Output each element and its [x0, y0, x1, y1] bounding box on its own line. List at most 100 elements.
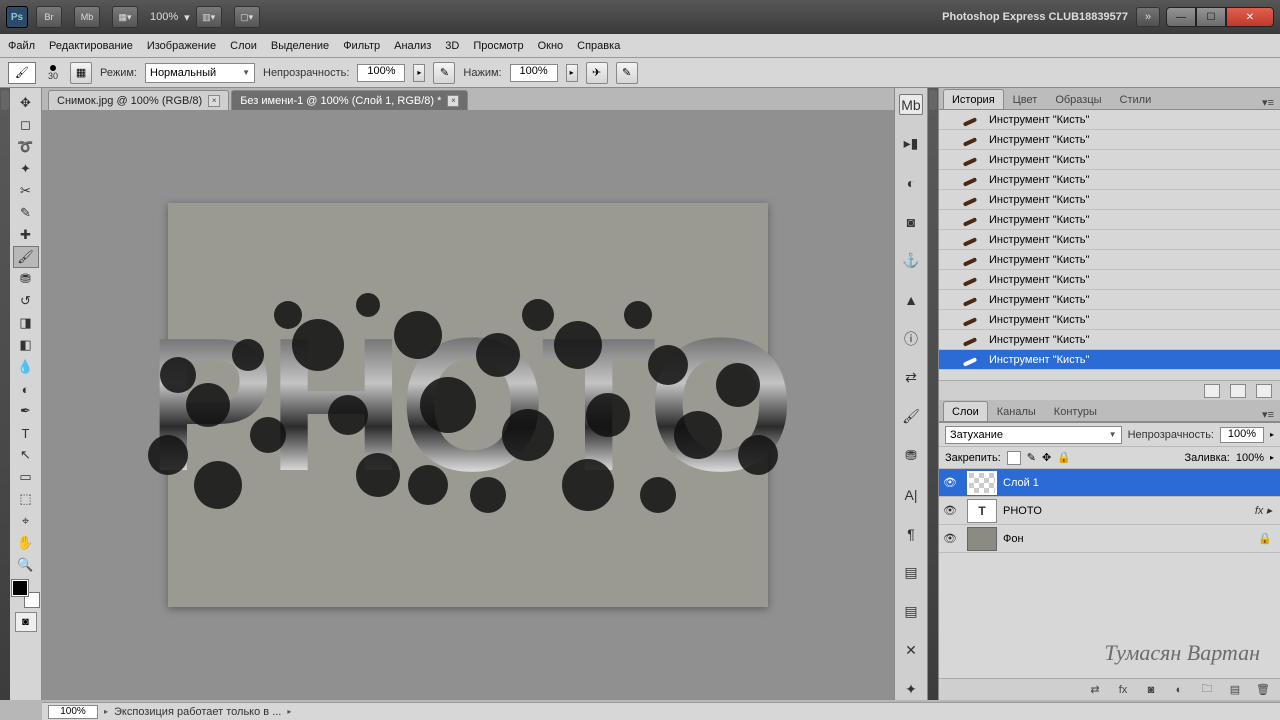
flow-arrow[interactable]: ▸ — [566, 64, 578, 82]
type-tool[interactable]: T — [13, 422, 39, 444]
visibility-toggle[interactable]: 👁 — [939, 504, 961, 517]
fill-input[interactable]: 100% — [1236, 452, 1264, 464]
lock-transparency-icon[interactable] — [1007, 451, 1021, 465]
close-button[interactable]: ✕ — [1226, 7, 1274, 27]
blend-mode-select[interactable]: Нормальный — [145, 63, 255, 83]
clone-source-icon[interactable]: ⛃ — [899, 445, 923, 466]
adjustment-layer-icon[interactable]: ◐ — [1170, 683, 1188, 697]
menu-3d[interactable]: 3D — [445, 40, 459, 52]
menu-window[interactable]: Окно — [538, 40, 564, 52]
lasso-tool[interactable]: ➰ — [13, 136, 39, 158]
layer-row[interactable]: 👁 Слой 1 — [939, 469, 1280, 497]
menu-edit[interactable]: Редактирование — [49, 40, 133, 52]
blur-tool[interactable]: 💧 — [13, 356, 39, 378]
view-extras-button[interactable]: ▦▾ — [112, 6, 138, 28]
opacity-input[interactable]: 100% — [357, 64, 405, 82]
history-item[interactable]: Инструмент "Кисть" — [939, 130, 1280, 150]
eyedropper-tool[interactable]: ✎ — [13, 202, 39, 224]
pen-tool[interactable]: ✒ — [13, 400, 39, 422]
layer-fx-icon[interactable]: fx — [1114, 683, 1132, 697]
flow-input[interactable]: 100% — [510, 64, 558, 82]
opacity-arrow[interactable]: ▸ — [413, 64, 425, 82]
3d-tool[interactable]: ⬚ — [13, 488, 39, 510]
layer-row[interactable]: 👁TPHOTOfx ▸ — [939, 497, 1280, 525]
layer-name[interactable]: Слой 1 — [1003, 477, 1280, 489]
delete-state-icon[interactable] — [1256, 384, 1272, 398]
tab-swatches[interactable]: Образцы — [1046, 89, 1110, 109]
brush-panel-icon[interactable]: 🖌 — [899, 406, 923, 427]
brush-tool[interactable]: 🖌 — [13, 246, 39, 268]
dodge-tool[interactable]: ◐ — [13, 378, 39, 400]
history-item[interactable]: Инструмент "Кисть" — [939, 150, 1280, 170]
color-swatches[interactable] — [12, 580, 40, 608]
layer-thumbnail[interactable]: T — [967, 499, 997, 523]
close-tab-icon[interactable]: × — [208, 95, 220, 107]
screen-mode-button[interactable]: ▢▾ — [234, 6, 260, 28]
lock-image-icon[interactable]: ✎ — [1027, 451, 1036, 464]
brush-preset-picker[interactable]: 30 — [48, 65, 58, 81]
3d-camera-tool[interactable]: ⌖ — [13, 510, 39, 532]
fx-indicator[interactable]: fx ▸ — [1255, 504, 1280, 517]
group-icon[interactable]: 🗀 — [1198, 683, 1216, 697]
history-item[interactable]: Инструмент "Кисть" — [939, 230, 1280, 250]
menu-layers[interactable]: Слои — [230, 40, 257, 52]
delete-layer-icon[interactable]: 🗑 — [1254, 683, 1272, 697]
close-tab-icon[interactable]: × — [447, 95, 459, 107]
canvas[interactable]: PHOTO — [168, 203, 768, 607]
history-item[interactable]: Инструмент "Кисть" — [939, 350, 1280, 370]
layer-thumbnail[interactable] — [967, 471, 997, 495]
shape-tool[interactable]: ▭ — [13, 466, 39, 488]
expand-panels-button[interactable]: » — [1136, 7, 1160, 27]
link-layers-icon[interactable]: ⇄ — [1086, 683, 1104, 697]
adjustments-icon[interactable]: ◐ — [899, 172, 923, 193]
visibility-toggle[interactable]: 👁 — [939, 532, 961, 545]
history-item[interactable]: Инструмент "Кисть" — [939, 110, 1280, 130]
panel-menu-icon[interactable]: ▾≡ — [1256, 96, 1280, 109]
crop-tool[interactable]: ✂ — [13, 180, 39, 202]
histogram-icon[interactable]: ▲ — [899, 289, 923, 310]
left-dock-handle[interactable] — [0, 88, 10, 700]
snapshot-icon[interactable] — [1230, 384, 1246, 398]
navigator-icon[interactable]: ⚓ — [899, 250, 923, 271]
minimize-button[interactable]: — — [1166, 7, 1196, 27]
masks-icon[interactable]: ◙ — [899, 211, 923, 232]
hand-tool[interactable]: ✋ — [13, 532, 39, 554]
menu-file[interactable]: Файл — [8, 40, 35, 52]
tab-layers[interactable]: Слои — [943, 401, 988, 421]
document-tab[interactable]: Без имени-1 @ 100% (Слой 1, RGB/8) *× — [231, 90, 468, 110]
history-item[interactable]: Инструмент "Кисть" — [939, 210, 1280, 230]
tab-color[interactable]: Цвет — [1004, 89, 1047, 109]
history-item[interactable]: Инструмент "Кисть" — [939, 190, 1280, 210]
tablet-opacity-toggle[interactable]: ✎ — [433, 62, 455, 84]
right-dock-handle[interactable] — [928, 88, 938, 700]
document-tab[interactable]: Снимок.jpg @ 100% (RGB/8)× — [48, 90, 229, 110]
status-arrow-icon[interactable]: ▸ — [104, 707, 108, 716]
path-select-tool[interactable]: ↖ — [13, 444, 39, 466]
zoom-level[interactable]: 100% — [150, 11, 178, 23]
3d-icon[interactable]: ✦ — [899, 679, 923, 700]
tab-channels[interactable]: Каналы — [988, 401, 1045, 421]
layer-thumbnail[interactable] — [967, 527, 997, 551]
gradient-tool[interactable]: ◧ — [13, 334, 39, 356]
bridge-button[interactable]: Br — [36, 6, 62, 28]
history-item[interactable]: Инструмент "Кисть" — [939, 310, 1280, 330]
actions-icon[interactable]: ▤ — [899, 601, 923, 622]
menu-help[interactable]: Справка — [577, 40, 620, 52]
layer-row[interactable]: 👁Фон🔒 — [939, 525, 1280, 553]
history-item[interactable]: Инструмент "Кисть" — [939, 270, 1280, 290]
move-tool[interactable]: ✥ — [13, 92, 39, 114]
status-zoom-input[interactable]: 100% — [48, 705, 98, 719]
layer-opacity-input[interactable]: 100% — [1220, 427, 1264, 443]
stamp-tool[interactable]: ⛃ — [13, 268, 39, 290]
fill-arrow-icon[interactable]: ▸ — [1270, 453, 1274, 462]
opacity-arrow-icon[interactable]: ▸ — [1270, 430, 1274, 439]
tablet-size-toggle[interactable]: ✎ — [616, 62, 638, 84]
character-icon[interactable]: A| — [899, 484, 923, 505]
panel-menu-icon[interactable]: ▾≡ — [1256, 408, 1280, 421]
tab-styles[interactable]: Стили — [1111, 89, 1161, 109]
menu-select[interactable]: Выделение — [271, 40, 329, 52]
layer-comps-icon[interactable]: ▤ — [899, 562, 923, 583]
menu-filter[interactable]: Фильтр — [343, 40, 380, 52]
lock-position-icon[interactable]: ✥ — [1042, 451, 1051, 464]
visibility-toggle[interactable]: 👁 — [939, 476, 961, 489]
